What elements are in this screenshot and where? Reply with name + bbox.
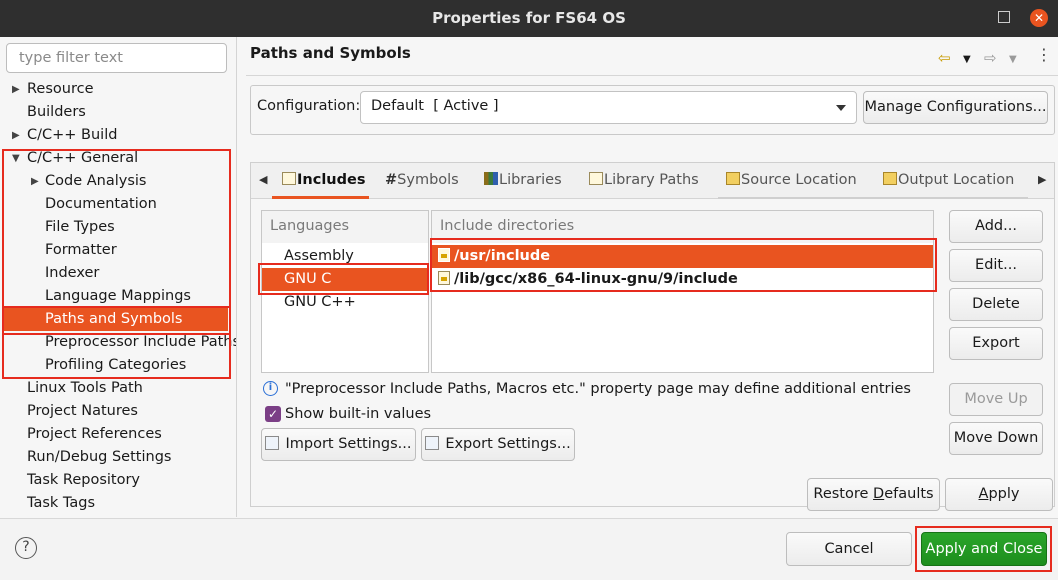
tree-item-cpp-build[interactable]: ▶ C/C++ Build: [12, 124, 117, 147]
window-titlebar: Properties for FS64 OS ✕: [0, 0, 1058, 37]
configuration-value: Default [ Active ]: [371, 98, 499, 114]
import-settings-button[interactable]: Import Settings...: [261, 428, 416, 461]
tree-item-indexer[interactable]: Indexer: [45, 262, 99, 285]
filter-input[interactable]: [6, 43, 227, 73]
delete-button[interactable]: Delete: [949, 288, 1043, 321]
tab-source-location[interactable]: Source Location: [726, 172, 857, 188]
add-button[interactable]: Add...: [949, 210, 1043, 243]
include-folder-icon: [438, 271, 450, 285]
tab-libraries[interactable]: Libraries: [484, 172, 562, 188]
language-item-gnu-cpp[interactable]: GNU C++: [284, 291, 356, 314]
tree-item-paths-and-symbols[interactable]: Paths and Symbols: [4, 308, 228, 331]
property-tree: ▶ Resource Builders ▶ C/C++ Build ▼ C/C++ G…: [0, 78, 236, 518]
tab-includes[interactable]: Includes: [282, 172, 365, 188]
view-menu-icon[interactable]: ⋮: [1036, 45, 1052, 64]
include-item[interactable]: /lib/gcc/x86_64-linux-gnu/9/include: [432, 268, 933, 291]
show-builtin-label[interactable]: Show built-in values: [285, 406, 431, 422]
collapse-arrow-icon[interactable]: ▼: [12, 147, 20, 170]
languages-header: Languages: [262, 211, 428, 243]
restore-defaults-button[interactable]: Restore Defaults: [807, 478, 940, 511]
tree-item-run-debug-settings[interactable]: Run/Debug Settings: [27, 446, 171, 469]
move-down-button[interactable]: Move Down: [949, 422, 1043, 455]
cancel-button[interactable]: Cancel: [786, 532, 912, 566]
include-item[interactable]: /usr/include: [432, 245, 933, 268]
edit-button[interactable]: Edit...: [949, 249, 1043, 282]
include-folder-icon: [438, 248, 450, 262]
source-folder-icon: [726, 172, 740, 185]
import-settings-icon: [265, 436, 280, 450]
info-text: "Preprocessor Include Paths, Macros etc.…: [285, 381, 911, 397]
tree-item-code-analysis[interactable]: ▶ Code Analysis: [31, 170, 146, 193]
close-button[interactable]: ✕: [1030, 9, 1048, 27]
maximize-button[interactable]: [998, 11, 1010, 23]
forward-arrow-icon[interactable]: ⇨: [984, 49, 997, 67]
export-settings-button[interactable]: Export Settings...: [421, 428, 575, 461]
library-icon: [484, 172, 498, 185]
tree-item-resource[interactable]: ▶ Resource: [12, 78, 94, 101]
include-directories-header: Include directories: [432, 211, 933, 243]
tree-item-documentation[interactable]: Documentation: [45, 193, 157, 216]
tree-item-profiling-categories[interactable]: Profiling Categories: [45, 354, 186, 377]
tree-item-linux-tools-path[interactable]: Linux Tools Path: [27, 377, 143, 400]
tab-strip-underline: [718, 197, 1028, 199]
tree-item-formatter[interactable]: Formatter: [45, 239, 117, 262]
expand-arrow-icon[interactable]: ▶: [12, 124, 20, 147]
tree-item-project-natures[interactable]: Project Natures: [27, 400, 138, 423]
tree-item-language-mappings[interactable]: Language Mappings: [45, 285, 191, 308]
checkmark-icon: ✓: [267, 407, 279, 421]
back-arrow-icon[interactable]: ⇦: [938, 49, 951, 67]
include-folder-icon: [282, 172, 296, 185]
tree-item-builders[interactable]: Builders: [27, 101, 86, 124]
forward-menu-chevron-icon[interactable]: ▼: [1009, 54, 1017, 65]
move-up-button[interactable]: Move Up: [949, 383, 1043, 416]
hash-icon: #: [385, 172, 398, 188]
show-builtin-checkbox[interactable]: ✓: [265, 406, 281, 422]
language-item-assembly[interactable]: Assembly: [284, 245, 354, 268]
window-title: Properties for FS64 OS: [432, 9, 626, 27]
apply-button[interactable]: Apply: [945, 478, 1053, 511]
page-title: Paths and Symbols: [250, 44, 411, 62]
help-icon[interactable]: ?: [15, 537, 37, 559]
back-menu-chevron-icon[interactable]: ▼: [963, 54, 971, 65]
header-divider: [246, 75, 1058, 76]
manage-configurations-button[interactable]: Manage Configurations...: [863, 91, 1048, 124]
info-icon: i: [263, 381, 278, 396]
tree-item-task-tags[interactable]: Task Tags: [27, 492, 95, 515]
output-folder-icon: [883, 172, 897, 185]
tab-scroll-right-icon[interactable]: ▶: [1038, 173, 1046, 186]
export-button[interactable]: Export: [949, 327, 1043, 360]
configuration-select[interactable]: Default [ Active ]: [360, 91, 857, 124]
active-tab-indicator: [272, 196, 369, 199]
tab-symbols[interactable]: #Symbols: [385, 172, 459, 188]
export-settings-icon: [425, 436, 440, 450]
configuration-label: Configuration:: [257, 98, 361, 114]
tree-item-cpp-general[interactable]: ▼ C/C++ General: [12, 147, 138, 170]
pane-divider[interactable]: [236, 37, 237, 517]
expand-arrow-icon[interactable]: ▶: [31, 170, 39, 193]
language-item-gnu-c[interactable]: GNU C: [262, 268, 428, 291]
tab-scroll-left-icon[interactable]: ◀: [259, 173, 267, 186]
close-icon: ✕: [1033, 11, 1045, 25]
tab-library-paths[interactable]: Library Paths: [589, 172, 699, 188]
expand-arrow-icon[interactable]: ▶: [12, 78, 20, 101]
tree-item-file-types[interactable]: File Types: [45, 216, 115, 239]
tree-item-task-repository[interactable]: Task Repository: [27, 469, 140, 492]
library-folder-icon: [589, 172, 603, 185]
apply-and-close-button[interactable]: Apply and Close: [921, 532, 1047, 566]
chevron-down-icon: [836, 105, 846, 111]
tab-output-location[interactable]: Output Location: [883, 172, 1014, 188]
tree-item-project-references[interactable]: Project References: [27, 423, 162, 446]
tree-item-preprocessor-include-paths[interactable]: Preprocessor Include Paths: [45, 331, 236, 354]
